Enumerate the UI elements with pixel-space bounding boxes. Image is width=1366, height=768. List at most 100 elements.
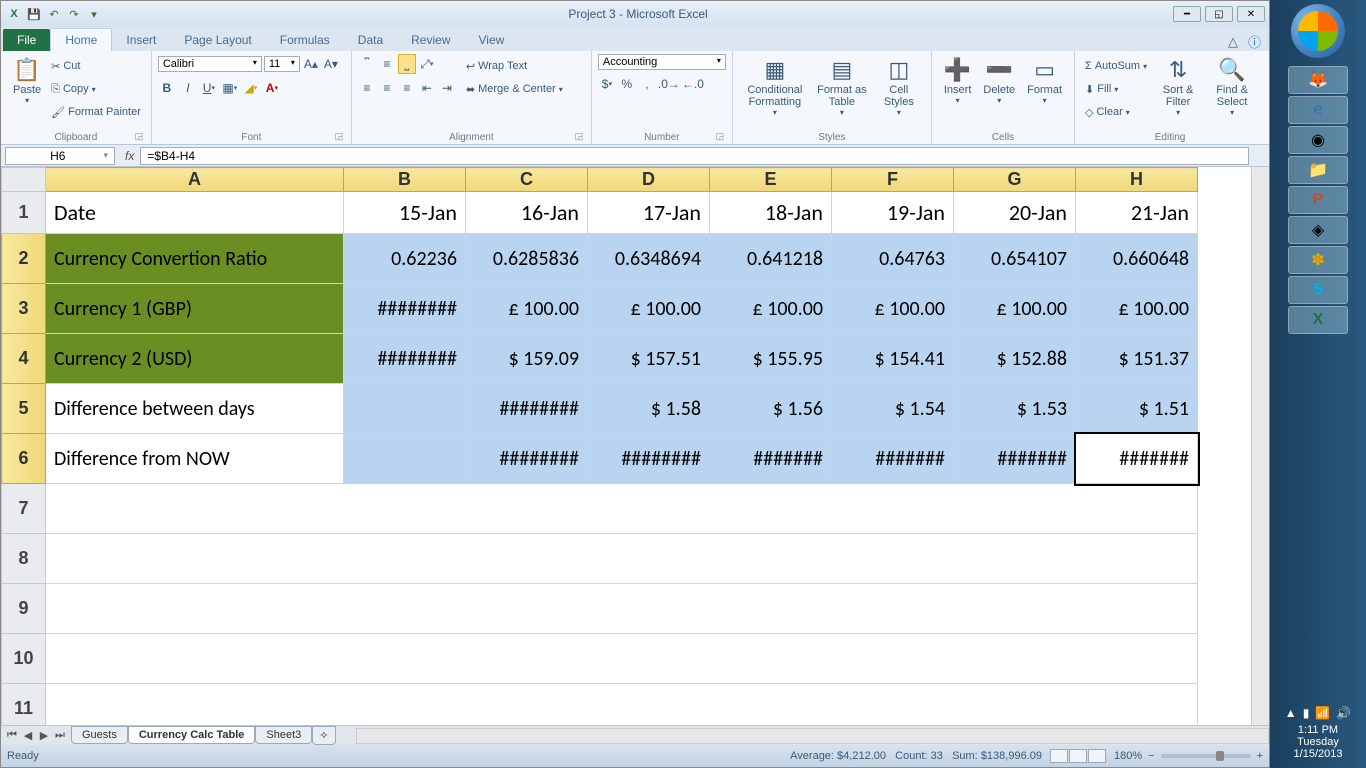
delete-cells-button[interactable]: ➖Delete▾ bbox=[977, 54, 1021, 107]
view-buttons[interactable] bbox=[1050, 749, 1106, 763]
align-bottom-icon[interactable]: ⎵ bbox=[398, 54, 416, 74]
worksheet[interactable]: A B C D E F G H 1 Date 15-Jan 16-Jan 17-… bbox=[1, 167, 1198, 725]
row-9[interactable] bbox=[46, 584, 1198, 634]
row-header-10[interactable]: 10 bbox=[2, 634, 46, 684]
tab-home[interactable]: Home bbox=[50, 28, 112, 51]
cell-g6[interactable]: ####### bbox=[954, 434, 1076, 484]
cell-a1[interactable]: Date bbox=[46, 192, 344, 234]
percent-icon[interactable]: % bbox=[618, 74, 636, 94]
sheet-tab-sheet3[interactable]: Sheet3 bbox=[255, 726, 312, 744]
cell-f5[interactable]: $ 1.54 bbox=[832, 384, 954, 434]
taskbar-powerpoint[interactable]: P bbox=[1288, 186, 1348, 214]
cell-b4[interactable]: ######## bbox=[344, 334, 466, 384]
cell-c3[interactable]: £ 100.00 bbox=[466, 284, 588, 334]
tray-up-icon[interactable]: ▲ bbox=[1285, 706, 1297, 720]
increase-indent-icon[interactable]: ⇥ bbox=[438, 78, 456, 98]
cell-c4[interactable]: $ 159.09 bbox=[466, 334, 588, 384]
autosum-button[interactable]: ΣAutoSum▾ bbox=[1085, 56, 1147, 76]
col-header-e[interactable]: E bbox=[710, 168, 832, 192]
tab-formulas[interactable]: Formulas bbox=[266, 29, 344, 51]
cell-d3[interactable]: £ 100.00 bbox=[588, 284, 710, 334]
cell-b2[interactable]: 0.62236 bbox=[344, 234, 466, 284]
col-header-f[interactable]: F bbox=[832, 168, 954, 192]
clipboard-launcher-icon[interactable]: ◲ bbox=[133, 131, 145, 143]
save-icon[interactable]: 💾 bbox=[25, 5, 43, 23]
grow-font-icon[interactable]: A▴ bbox=[302, 54, 320, 74]
row-header-4[interactable]: 4 bbox=[2, 334, 46, 384]
cell-b5[interactable] bbox=[344, 384, 466, 434]
align-middle-icon[interactable]: ≡ bbox=[378, 54, 396, 74]
tray-battery-icon[interactable]: ▮ bbox=[1303, 706, 1310, 720]
undo-icon[interactable]: ↶ bbox=[45, 5, 63, 23]
cell-a5[interactable]: Difference between days bbox=[46, 384, 344, 434]
row-header-2[interactable]: 2 bbox=[2, 234, 46, 284]
fx-icon[interactable]: fx bbox=[119, 149, 140, 163]
font-launcher-icon[interactable]: ◲ bbox=[333, 131, 345, 143]
taskbar-firefox[interactable]: 🦊 bbox=[1288, 66, 1348, 94]
cell-b6[interactable] bbox=[344, 434, 466, 484]
qat-dropdown-icon[interactable]: ▾ bbox=[85, 5, 103, 23]
cell-c6[interactable]: ######## bbox=[466, 434, 588, 484]
col-header-g[interactable]: G bbox=[954, 168, 1076, 192]
start-button[interactable] bbox=[1291, 4, 1345, 58]
cell-e1[interactable]: 18-Jan bbox=[710, 192, 832, 234]
cell-h1[interactable]: 21-Jan bbox=[1076, 192, 1198, 234]
cell-d5[interactable]: $ 1.58 bbox=[588, 384, 710, 434]
cell-e3[interactable]: £ 100.00 bbox=[710, 284, 832, 334]
row-8[interactable] bbox=[46, 534, 1198, 584]
fill-button[interactable]: ⬇Fill▾ bbox=[1085, 79, 1147, 99]
number-format-combo[interactable]: Accounting▾ bbox=[598, 54, 726, 70]
tab-review[interactable]: Review bbox=[397, 29, 464, 51]
col-header-b[interactable]: B bbox=[344, 168, 466, 192]
cell-a3[interactable]: Currency 1 (GBP) bbox=[46, 284, 344, 334]
number-launcher-icon[interactable]: ◲ bbox=[714, 131, 726, 143]
row-header-3[interactable]: 3 bbox=[2, 284, 46, 334]
cell-g3[interactable]: £ 100.00 bbox=[954, 284, 1076, 334]
tab-view[interactable]: View bbox=[465, 29, 519, 51]
redo-icon[interactable]: ↷ bbox=[65, 5, 83, 23]
cell-g5[interactable]: $ 1.53 bbox=[954, 384, 1076, 434]
row-11[interactable] bbox=[46, 684, 1198, 726]
cell-d2[interactable]: 0.6348694 bbox=[588, 234, 710, 284]
col-header-h[interactable]: H bbox=[1076, 168, 1198, 192]
conditional-formatting-button[interactable]: ▦Conditional Formatting▾ bbox=[739, 54, 811, 119]
shrink-font-icon[interactable]: A▾ bbox=[322, 54, 340, 74]
merge-center-button[interactable]: ⬌Merge & Center▾ bbox=[466, 79, 563, 99]
row-header-11[interactable]: 11 bbox=[2, 684, 46, 726]
new-sheet-button[interactable]: ✧ bbox=[312, 726, 335, 745]
cell-c2[interactable]: 0.6285836 bbox=[466, 234, 588, 284]
tray-volume-icon[interactable]: 🔊 bbox=[1336, 706, 1351, 720]
bold-button[interactable]: B bbox=[158, 78, 176, 98]
taskbar-chrome[interactable]: ◉ bbox=[1288, 126, 1348, 154]
cell-h4[interactable]: $ 151.37 bbox=[1076, 334, 1198, 384]
cell-b1[interactable]: 15-Jan bbox=[344, 192, 466, 234]
cut-button[interactable]: ✂Cut bbox=[51, 56, 141, 76]
wrap-text-button[interactable]: ↩Wrap Text bbox=[466, 56, 563, 76]
sheet-tab-guests[interactable]: Guests bbox=[71, 726, 128, 744]
cell-d6[interactable]: ######## bbox=[588, 434, 710, 484]
ribbon-minimize-icon[interactable]: △ bbox=[1228, 34, 1238, 50]
sheet-tab-currency[interactable]: Currency Calc Table bbox=[128, 726, 256, 744]
cell-c1[interactable]: 16-Jan bbox=[466, 192, 588, 234]
cell-f6[interactable]: ####### bbox=[832, 434, 954, 484]
help-icon[interactable]: ⓘ bbox=[1248, 32, 1261, 51]
increase-decimal-icon[interactable]: .0→ bbox=[658, 74, 680, 94]
tray-network-icon[interactable]: 📶 bbox=[1315, 706, 1330, 720]
sort-filter-button[interactable]: ⇅Sort & Filter▾ bbox=[1151, 54, 1205, 119]
cell-e5[interactable]: $ 1.56 bbox=[710, 384, 832, 434]
font-name-combo[interactable]: Calibri ▾ bbox=[158, 56, 262, 72]
row-header-7[interactable]: 7 bbox=[2, 484, 46, 534]
taskbar-skype[interactable]: S bbox=[1288, 276, 1348, 304]
formula-bar[interactable]: =$B4-H4 bbox=[140, 147, 1249, 165]
alignment-launcher-icon[interactable]: ◲ bbox=[573, 131, 585, 143]
cell-g1[interactable]: 20-Jan bbox=[954, 192, 1076, 234]
fill-color-button[interactable]: ◢▾ bbox=[242, 78, 260, 98]
taskbar-excel[interactable]: X bbox=[1288, 306, 1348, 334]
font-size-combo[interactable]: 11 ▾ bbox=[264, 56, 300, 72]
find-select-button[interactable]: 🔍Find & Select▾ bbox=[1205, 54, 1259, 119]
clear-button[interactable]: ◇Clear▾ bbox=[1085, 102, 1147, 122]
cell-f1[interactable]: 19-Jan bbox=[832, 192, 954, 234]
restore-button[interactable]: ◱ bbox=[1205, 6, 1233, 22]
comma-icon[interactable]: , bbox=[638, 74, 656, 94]
zoom-slider[interactable] bbox=[1161, 754, 1251, 758]
